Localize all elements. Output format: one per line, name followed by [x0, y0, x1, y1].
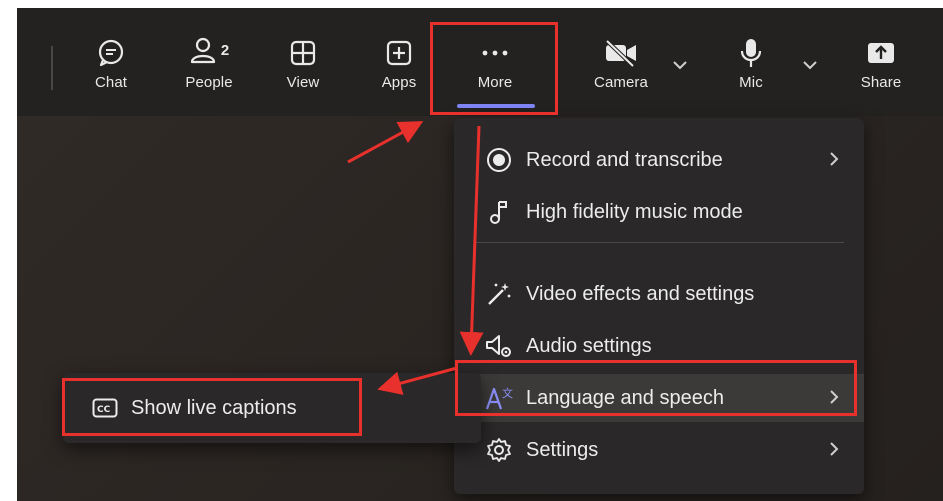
people-icon: [189, 36, 219, 71]
chat-label: Chat: [94, 74, 128, 91]
meeting-window: Chat 2 People View Apps More Camera Mic …: [17, 8, 943, 501]
toolbar-divider: [51, 46, 53, 90]
chat-icon: [96, 36, 126, 70]
mic-options-chevron-icon[interactable]: [801, 58, 819, 76]
meeting-toolbar: Chat 2 People View Apps More Camera Mic …: [17, 8, 943, 116]
menu-item-label: Language and speech: [526, 386, 724, 409]
mic-icon: [738, 36, 764, 70]
view-label: View: [286, 74, 320, 91]
apps-plus-icon: [385, 36, 413, 70]
submenu-item-label: Show live captions: [131, 396, 297, 419]
svg-text:文: 文: [502, 386, 513, 400]
menu-divider: [476, 242, 844, 243]
mic-label: Mic: [739, 74, 763, 91]
speaker-settings-icon: [484, 331, 514, 361]
share-button[interactable]: Share: [849, 36, 913, 108]
language-submenu: CC Show live captions: [63, 373, 481, 443]
menu-item-video-effects-and-settings[interactable]: Video effects and settings: [454, 270, 864, 318]
view-grid-icon: [289, 36, 317, 70]
language-icon: 文: [484, 383, 514, 413]
svg-text:CC: CC: [97, 405, 111, 415]
share-label: Share: [860, 74, 902, 91]
people-label: People: [185, 74, 233, 91]
more-button[interactable]: More: [463, 36, 527, 108]
menu-item-language-and-speech[interactable]: 文 Language and speech: [454, 374, 864, 422]
chevron-right-icon: [828, 440, 840, 464]
more-menu: Record and transcribe High fidelity musi…: [454, 118, 864, 494]
closed-captions-icon: CC: [91, 398, 119, 418]
more-active-indicator: [457, 104, 535, 108]
more-label: More: [477, 74, 513, 91]
menu-item-label: Settings: [526, 438, 599, 461]
menu-item-label: Audio settings: [526, 334, 652, 357]
menu-item-label: Video effects and settings: [526, 282, 755, 305]
chevron-right-icon: [828, 150, 840, 174]
view-button[interactable]: View: [271, 36, 335, 108]
camera-options-chevron-icon[interactable]: [671, 58, 689, 76]
share-icon: [866, 36, 896, 70]
gear-icon: [484, 435, 514, 465]
camera-label: Camera: [594, 74, 648, 91]
menu-item-high-fidelity-music-mode[interactable]: High fidelity music mode: [454, 188, 864, 236]
camera-off-icon: [603, 36, 639, 70]
menu-item-audio-settings[interactable]: Audio settings: [454, 322, 864, 370]
apps-label: Apps: [381, 74, 417, 91]
people-icon-wrap: 2: [189, 36, 229, 70]
music-note-icon: [484, 197, 514, 227]
magic-wand-icon: [484, 279, 514, 309]
menu-item-label: High fidelity music mode: [526, 200, 743, 223]
camera-button[interactable]: Camera: [585, 36, 657, 108]
apps-button[interactable]: Apps: [367, 36, 431, 108]
record-icon: [484, 145, 514, 175]
more-dots-icon: [480, 36, 510, 70]
mic-button[interactable]: Mic: [719, 36, 783, 108]
menu-item-record-and-transcribe[interactable]: Record and transcribe: [454, 136, 864, 184]
chevron-right-icon: [828, 388, 840, 412]
menu-item-show-live-captions[interactable]: CC Show live captions: [63, 383, 363, 433]
menu-item-settings[interactable]: Settings: [454, 426, 864, 474]
people-button[interactable]: 2 People: [173, 36, 245, 108]
menu-item-label: Record and transcribe: [526, 148, 723, 171]
people-count: 2: [220, 41, 230, 59]
chat-button[interactable]: Chat: [79, 36, 143, 108]
